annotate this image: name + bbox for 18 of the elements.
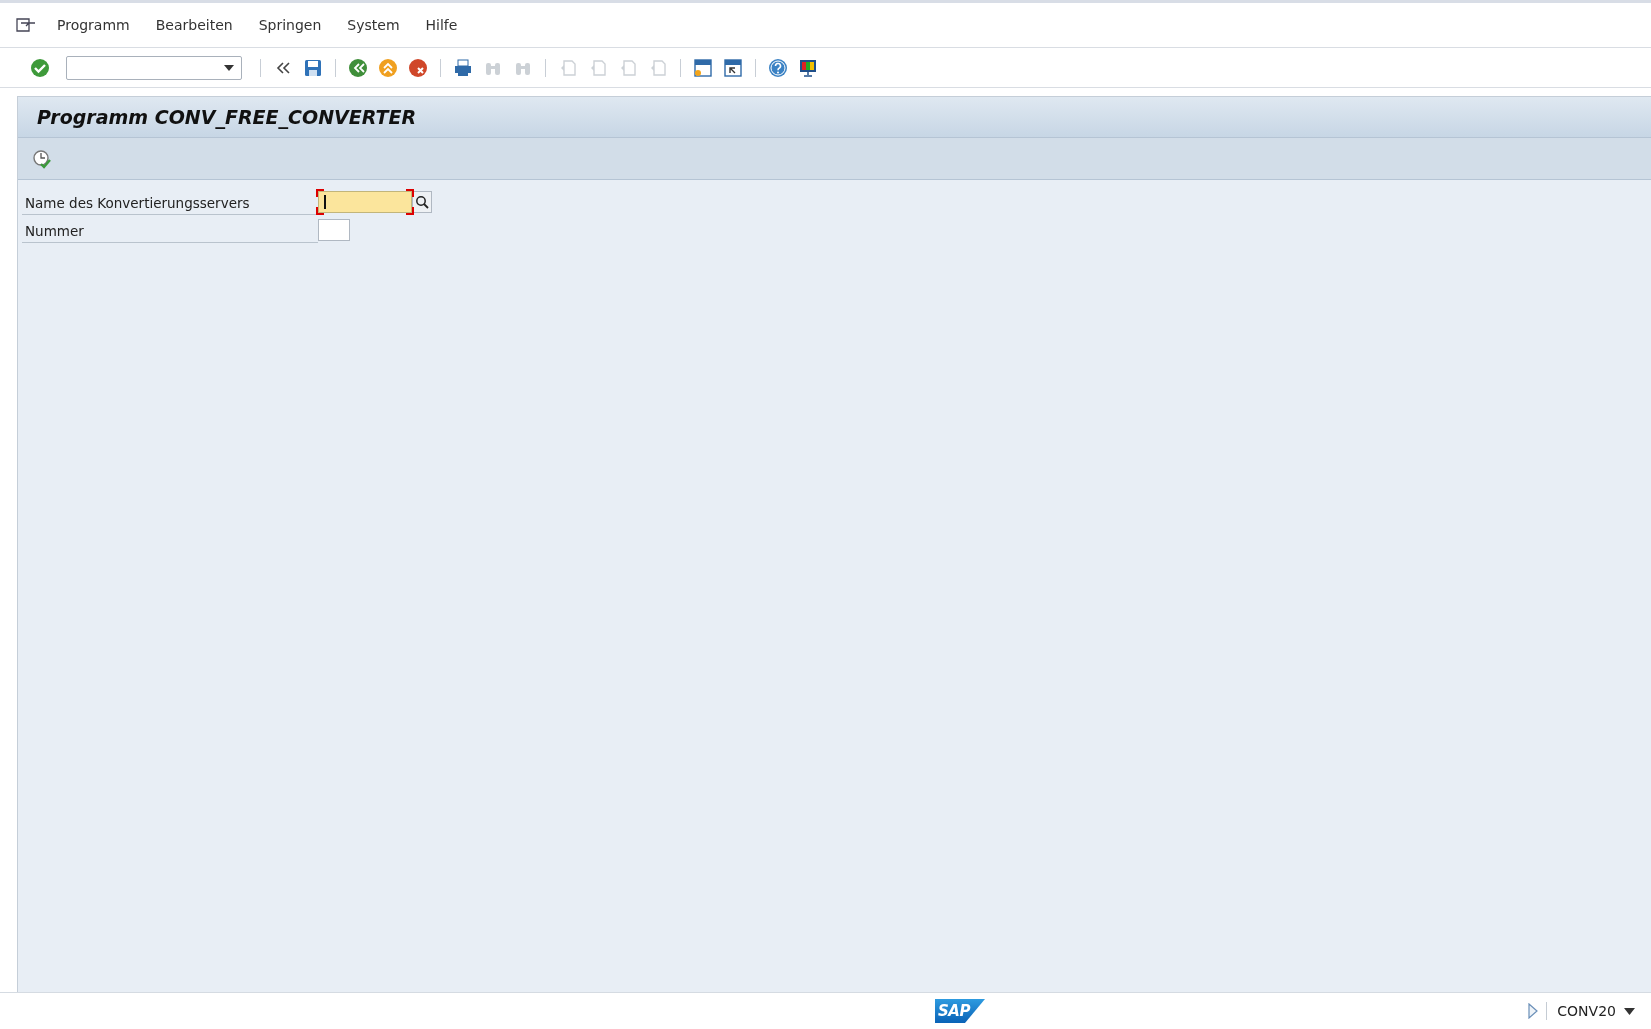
command-field[interactable] <box>66 55 242 80</box>
screen-title: Programm CONV_FREE_CONVERTER <box>18 97 1651 138</box>
dropdown-caret-icon[interactable] <box>223 63 235 72</box>
system-dropdown[interactable]: CONV20 <box>1546 1002 1641 1020</box>
field-label: Nummer <box>22 217 318 243</box>
menu-item[interactable]: Hilfe <box>412 17 471 33</box>
menu-item[interactable]: System <box>334 17 413 33</box>
menu-icon[interactable] <box>16 17 36 33</box>
dropdown-caret-icon[interactable] <box>1624 1007 1635 1015</box>
menu-item[interactable]: Springen <box>245 17 335 33</box>
input-field[interactable] <box>318 191 412 213</box>
menu-item[interactable]: Programm <box>44 17 143 33</box>
field-label: Name des Konvertierungsservers <box>22 189 318 215</box>
search-button[interactable] <box>412 191 432 213</box>
menu-item[interactable]: Bearbeiten <box>142 17 246 33</box>
input-field[interactable] <box>318 219 350 241</box>
logo: SAP <box>935 999 985 1023</box>
expand-icon[interactable] <box>1528 1003 1539 1019</box>
